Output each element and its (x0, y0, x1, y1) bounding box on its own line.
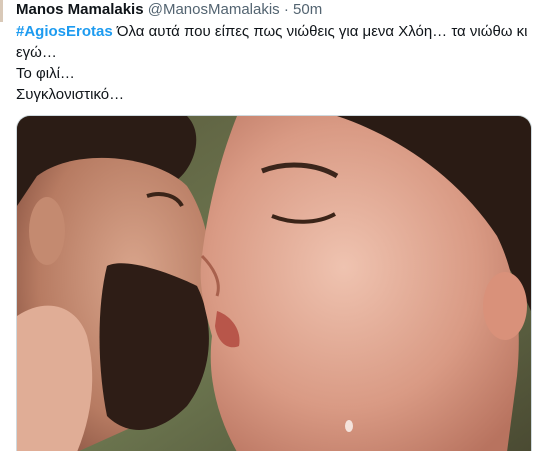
separator-dot: · (283, 1, 289, 18)
tweet-text-content: Όλα αυτά που είπες πως νιώθεις για μενα … (112, 23, 528, 40)
author-name[interactable]: Manos Mamalakis (16, 1, 144, 18)
tweet-text-line-3: Το φιλί… (16, 65, 75, 82)
tweet-timestamp[interactable]: 50m (293, 1, 322, 18)
tweet-media-image[interactable] (16, 115, 532, 451)
avatar[interactable] (0, 0, 3, 22)
tweet-text-line-1: #AgiosErotas Όλα αυτά που είπες πως νιώθ… (16, 21, 536, 42)
tweet-card[interactable]: Manos Mamalakis @ManosMamalakis · 50m #A… (0, 0, 546, 451)
author-handle[interactable]: @ManosMamalakis (148, 1, 280, 18)
tweet-text-line-4: Συγκλονιστικό… (16, 86, 125, 103)
tweet-text: #AgiosErotas Όλα αυτά που είπες πως νιώθ… (16, 21, 536, 105)
media-photo-illustration (17, 116, 531, 451)
hashtag-link[interactable]: #AgiosErotas (16, 23, 113, 40)
tweet-text-line-2: εγώ… (16, 44, 57, 61)
tweet-header: Manos Mamalakis @ManosMamalakis · 50m (16, 0, 322, 20)
